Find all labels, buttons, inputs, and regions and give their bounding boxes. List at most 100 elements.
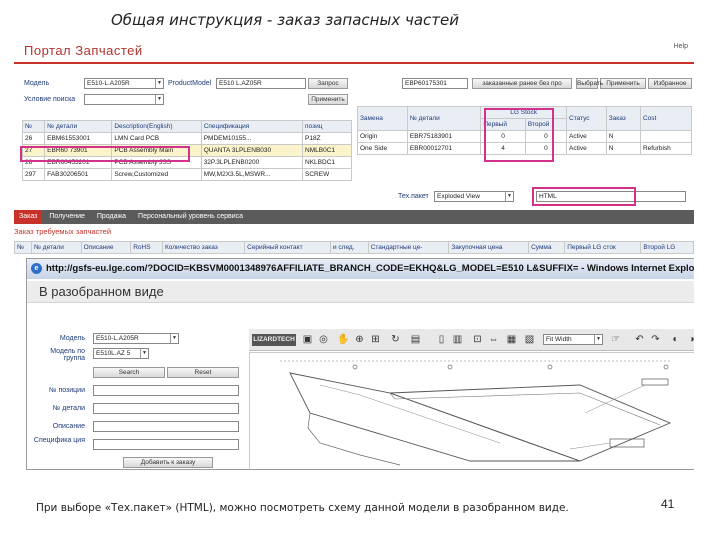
table-cell: Origin [357,130,408,143]
col-header[interactable]: RoHS [130,241,163,254]
order-table: № № детали Описание RoHS Количество зака… [14,241,694,254]
exploded-view-drawing[interactable] [249,352,694,469]
col-header[interactable]: и след. [329,241,369,254]
position-label: № позиции [48,387,85,394]
rotate-icon[interactable]: ↻ [389,333,402,347]
portal-title: Портал Запчастей [24,43,143,58]
ie-icon: e [31,262,42,274]
text-select-icon[interactable]: ▤ [409,333,422,347]
slide: Общая инструкция - заказ запасных частей… [0,0,720,540]
table-cell: 26 [21,132,46,145]
col-header[interactable]: Стандартные це- [367,241,450,254]
portal-screenshot: Портал Запчастей Help Модель E510-L.A205… [14,40,694,470]
order-section-title: Заказ требуемых запчастей [14,227,112,236]
table-cell: 297 [21,168,46,181]
fit-page-icon[interactable]: ⊡ [471,333,484,347]
chevron-down-icon[interactable]: ▼ [505,192,513,201]
tab-service-level[interactable]: Персональный уровень сервиса [133,210,248,224]
apply-button[interactable]: Применить [308,94,348,105]
col-header[interactable]: позиц [302,120,352,133]
binoculars-icon[interactable]: ◎ [317,333,330,347]
product-model-value: E510 L.AZ05R [219,80,262,87]
hand-icon[interactable]: ☞ [609,333,622,347]
spec-label: Специфика ция [33,437,85,444]
page-number: 41 [661,497,675,511]
col-header[interactable]: № [21,120,46,133]
description-field[interactable] [93,421,239,432]
thumbnail-icon[interactable]: ▦ [505,333,518,347]
tab-sales[interactable]: Продажа [92,210,131,224]
chevron-down-icon[interactable]: ▼ [155,95,163,104]
col-header[interactable]: Серийный контакт [244,241,331,254]
col-header[interactable]: № [14,241,33,254]
apply-button-2[interactable]: Применить [600,78,646,89]
table-header-row: № № детали Description(English) Специфик… [21,120,352,133]
col-header[interactable]: Замена [357,106,408,131]
search-button[interactable]: Search [93,367,165,378]
chevron-down-icon[interactable]: ▼ [594,335,602,344]
popup-model-select[interactable]: E510-L.A205R [93,333,179,344]
table-header-row: № № детали Описание RoHS Количество зака… [14,241,694,254]
chevron-down-icon[interactable]: ▼ [155,79,163,88]
highlight-stock-columns [484,108,554,162]
col-header[interactable]: Количество заказ [161,241,246,254]
table-cell: FAB30206501 [44,168,113,181]
col-header[interactable]: Спецификация [200,120,304,133]
add-to-order-button[interactable]: Добавить к заказу [123,457,213,468]
table-cell: NKLBDC1 [302,156,352,169]
highlight-selected-part [20,146,190,162]
tab-order[interactable]: Заказ [14,210,43,224]
table-cell: One Side [357,142,408,155]
col-header[interactable]: Description(English) [111,120,202,133]
col-header[interactable]: № детали [31,241,82,254]
tilt-left-icon[interactable]: ◐ [669,333,682,347]
col-header[interactable]: Первый LG сток [564,241,642,254]
select-button[interactable]: Выбрать [576,78,603,89]
col-header[interactable]: Сумма [528,241,566,254]
ordered-before-button[interactable]: заказанные ранее без про [472,78,572,89]
print-icon[interactable]: ▣ [301,333,314,347]
product-model-field[interactable]: E510 L.AZ05R [216,78,306,89]
spec-field[interactable] [93,439,239,450]
zoom-box-icon[interactable]: ⊞ [369,333,382,347]
highlight-html-format [532,187,636,206]
col-header[interactable]: № детали [406,106,482,131]
browser-window: e http://gsfs-eu.lge.com/?DOCID=KBSVM0001… [26,258,694,470]
col-header[interactable]: Статус [566,106,607,131]
col-header[interactable]: Описание [80,241,132,254]
model-select[interactable]: E510-L.A205R [84,78,164,89]
part-number-field[interactable]: EBP60175301 [402,78,468,89]
actual-size-icon[interactable]: ▧ [523,333,536,347]
col-header[interactable]: Второй LG [640,241,694,254]
help-link[interactable]: Help [674,43,688,50]
fit-width-icon[interactable]: ⇔ [487,333,500,347]
pan-hand-icon[interactable]: ✋ [337,333,350,347]
lizardtech-logo: LIZARDTECH [252,334,296,346]
chevron-down-icon[interactable]: ▼ [140,349,148,358]
reset-button[interactable]: Reset [167,367,239,378]
request-button[interactable]: Запрос [308,78,348,89]
tilt-right-icon[interactable]: ◑ [685,333,694,347]
favorites-button[interactable]: Избранное [648,78,692,89]
table-row[interactable]: 26 EBM61553001 LMN Card PCB PMDEM10155..… [21,132,352,145]
rotate-right-icon[interactable]: ↷ [649,333,662,347]
table-cell: PMDEM10155... [200,132,304,145]
zoom-icon[interactable]: ⊕ [353,333,366,347]
condition-select[interactable] [84,94,164,105]
table-cell: Active [566,130,607,143]
table-cell: EBR75183901 [406,130,482,143]
part-no-field[interactable] [93,403,239,414]
col-header[interactable]: № детали [44,120,113,133]
rotate-left-icon[interactable]: ↶ [633,333,646,347]
table-row[interactable]: 297 FAB30206501 Screw,Customized MW,M2X3… [21,168,352,181]
col-header[interactable]: Заказ [605,106,641,131]
continuous-page-icon[interactable]: ▥ [451,333,464,347]
part-no-label: № детали [52,405,85,412]
single-page-icon[interactable]: ▯ [435,333,448,347]
tech-pack-select[interactable]: Exploded View [434,191,514,202]
tab-receiving[interactable]: Получение [44,210,90,224]
col-header[interactable]: Закупочная цена [448,241,530,254]
chevron-down-icon[interactable]: ▼ [170,334,178,343]
position-field[interactable] [93,385,239,396]
col-header[interactable]: Cost [639,106,693,131]
